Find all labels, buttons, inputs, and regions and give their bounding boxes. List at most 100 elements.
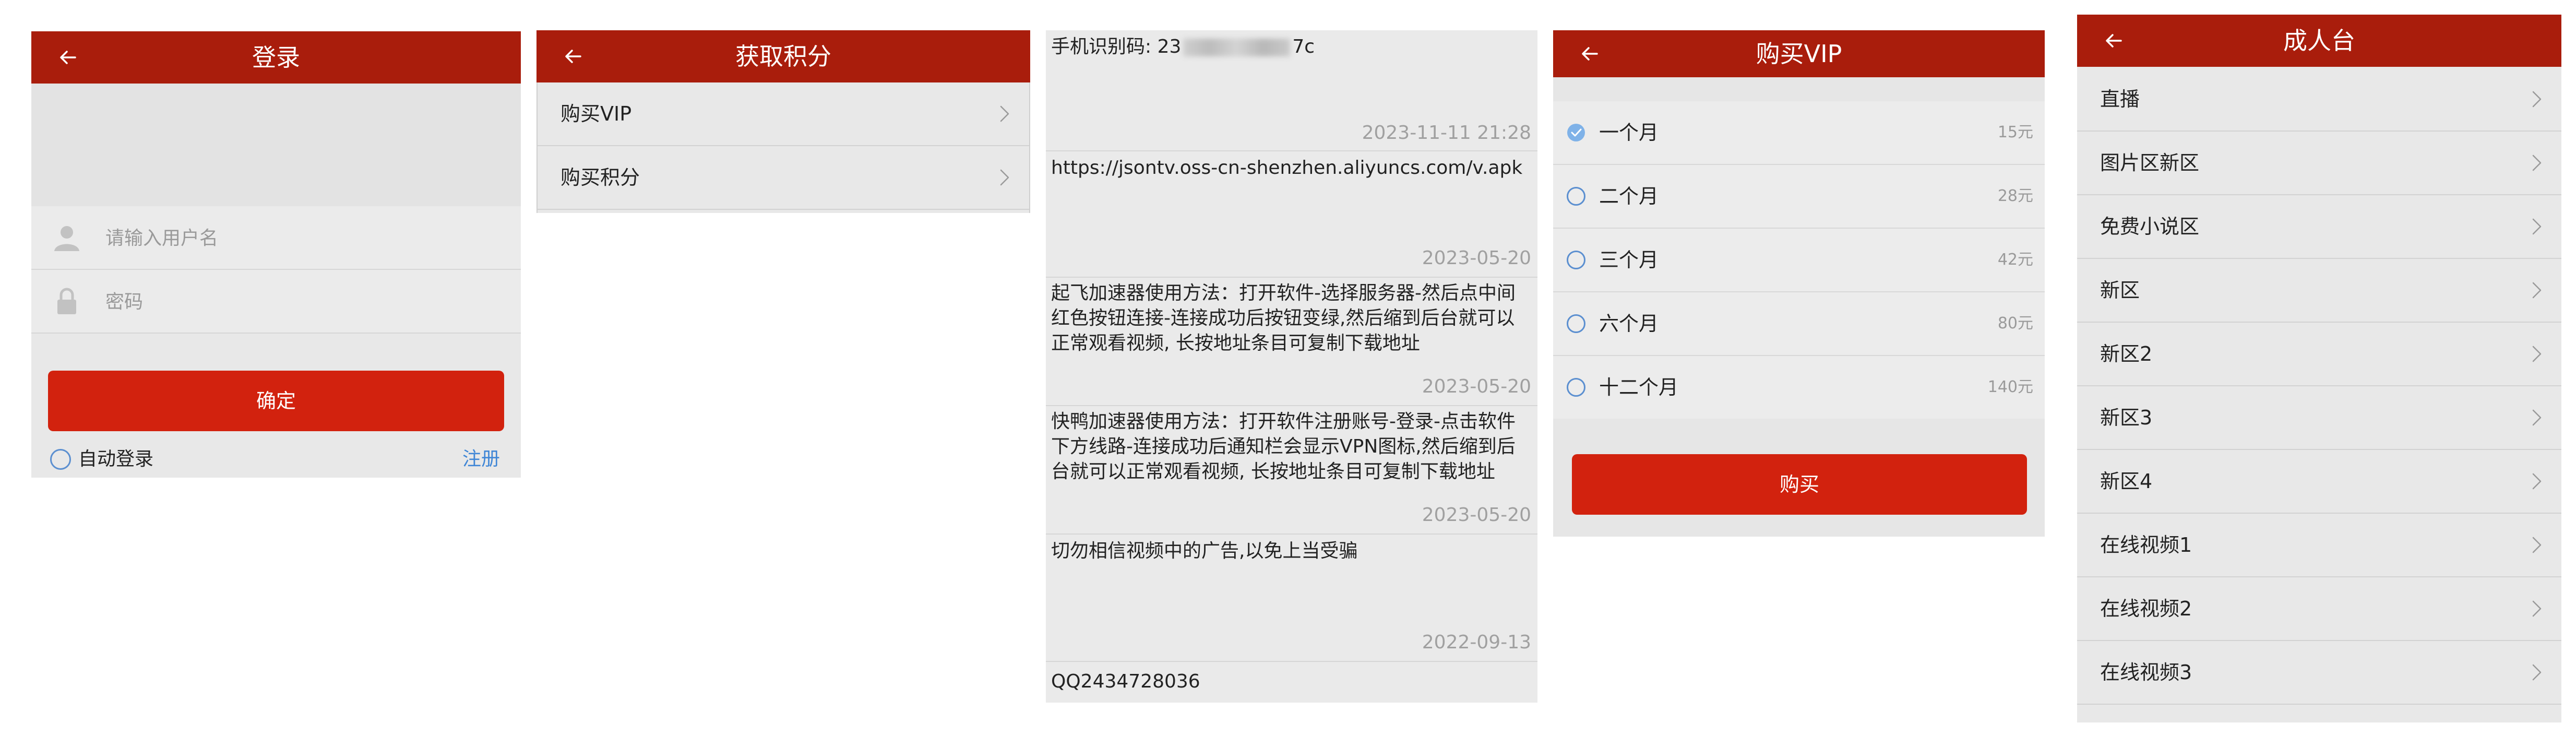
message-date: 2023-11-11 21:28 — [1362, 122, 1531, 144]
chevron-right-icon — [994, 167, 1015, 188]
row-label: 购买积分 — [560, 166, 640, 189]
channel-label: 在线视频2 — [2100, 597, 2192, 620]
option-price: 28元 — [1997, 187, 2033, 205]
device-id-suffix: 7c — [1292, 36, 1315, 57]
radio-button — [1567, 314, 1585, 333]
chevron-right-icon — [2526, 216, 2547, 237]
channel-label: 图片区新区 — [2100, 151, 2200, 174]
option-label: 六个月 — [1599, 312, 1659, 335]
login-header: 登录 — [31, 31, 521, 84]
buy-vip-row[interactable]: 购买VIP — [538, 82, 1029, 146]
adult-header: 成人台 — [2077, 15, 2561, 67]
message-item[interactable]: 起飞加速器使用方法：打开软件-选择服务器-然后点中间红色按钮连接-连接成功后按钮… — [1046, 278, 1537, 406]
message-text: QQ2434728036 — [1051, 671, 1200, 692]
points-screen: 获取积分 购买VIP 购买积分 — [536, 30, 1030, 213]
radio-button — [1567, 378, 1585, 397]
message-item[interactable]: QQ2434728036 — [1046, 662, 1537, 703]
user-icon — [54, 226, 79, 251]
auto-login-label: 自动登录 — [78, 448, 154, 470]
channel-label: 在线视频3 — [2100, 661, 2192, 684]
message-text: 起飞加速器使用方法：打开软件-选择服务器-然后点中间红色按钮连接-连接成功后按钮… — [1051, 282, 1516, 354]
password-input[interactable] — [104, 280, 472, 323]
chevron-right-icon — [994, 103, 1015, 124]
banner-area — [31, 84, 521, 206]
vip-option-3-months[interactable]: 三个月 42元 — [1553, 229, 2045, 292]
option-label: 二个月 — [1599, 185, 1659, 208]
confirm-button[interactable]: 确定 — [48, 371, 504, 431]
channel-label: 免费小说区 — [2100, 215, 2200, 238]
channel-item[interactable]: 在线视频3 — [2077, 641, 2561, 705]
page-title: 获取积分 — [735, 42, 831, 70]
option-label: 十二个月 — [1599, 376, 1679, 399]
message-item[interactable]: https://jsontv.oss-cn-shenzhen.aliyuncs.… — [1046, 151, 1537, 278]
chevron-right-icon — [2526, 280, 2547, 301]
page-title: 成人台 — [2283, 27, 2355, 55]
option-price: 140元 — [1987, 378, 2033, 396]
chevron-right-icon — [2526, 535, 2547, 555]
messages-screen: 手机识别码: 23 7c 2023-11-11 21:28 https://jso… — [1046, 30, 1537, 703]
back-arrow-icon[interactable] — [1574, 30, 1605, 77]
device-id-prefix: 手机识别码: 23 — [1051, 36, 1182, 57]
back-arrow-icon[interactable] — [557, 30, 589, 82]
points-header: 获取积分 — [536, 30, 1030, 82]
vip-option-2-months[interactable]: 二个月 28元 — [1553, 165, 2045, 229]
vip-header: 购买VIP — [1553, 30, 2045, 77]
option-price: 42元 — [1997, 251, 2033, 269]
vip-option-6-months[interactable]: 六个月 80元 — [1553, 292, 2045, 356]
username-input[interactable] — [104, 217, 472, 259]
username-field — [31, 206, 521, 270]
message-date: 2023-05-20 — [1422, 376, 1531, 397]
channel-item[interactable]: 在线视频1 — [2077, 514, 2561, 577]
channel-label: 新区 — [2100, 279, 2140, 302]
channel-item[interactable]: 新区 — [2077, 259, 2561, 323]
channel-item[interactable]: 免费小说区 — [2077, 195, 2561, 259]
channel-label: 直播 — [2100, 88, 2140, 111]
channel-item[interactable]: 新区2 — [2077, 323, 2561, 386]
register-link[interactable]: 注册 — [462, 447, 500, 472]
message-text: 快鸭加速器使用方法：打开软件注册账号-登录-点击软件下方线路-连接成功后通知栏会… — [1051, 411, 1516, 482]
vip-option-12-months[interactable]: 十二个月 140元 — [1553, 356, 2045, 419]
option-price: 80元 — [1997, 314, 2033, 333]
back-arrow-icon[interactable] — [52, 31, 84, 84]
buy-points-row[interactable]: 购买积分 — [538, 146, 1029, 210]
vip-screen: 购买VIP 一个月 15元 二个月 28元 三个月 42元 六个月 80元 十二… — [1553, 30, 2045, 537]
auto-login-radio[interactable] — [50, 449, 71, 470]
chevron-right-icon — [2526, 662, 2547, 683]
message-date: 2023-05-20 — [1422, 247, 1531, 269]
channel-item[interactable]: 图片区新区 — [2077, 132, 2561, 195]
option-price: 15元 — [1997, 123, 2033, 141]
chevron-right-icon — [2526, 89, 2547, 110]
message-text: 切勿相信视频中的广告,以免上当受骗 — [1051, 540, 1358, 562]
channel-item[interactable]: 直播 — [2077, 68, 2561, 132]
lock-icon — [57, 288, 76, 314]
channel-label: 新区2 — [2100, 342, 2153, 365]
points-list: 购买VIP 购买积分 — [536, 82, 1030, 213]
channel-label: 新区4 — [2100, 470, 2153, 493]
radio-button — [1567, 187, 1585, 206]
row-label: 购买VIP — [560, 102, 632, 125]
vip-option-1-month[interactable]: 一个月 15元 — [1553, 101, 2045, 165]
channel-label: 在线视频1 — [2100, 534, 2192, 556]
chevron-right-icon — [2526, 598, 2547, 619]
option-label: 一个月 — [1599, 121, 1659, 144]
page-title: 登录 — [252, 43, 300, 72]
chevron-right-icon — [2526, 152, 2547, 173]
login-screen: 登录 确定 自动登录 注册 — [31, 31, 521, 478]
chevron-right-icon — [2526, 471, 2547, 492]
vip-options: 一个月 15元 二个月 28元 三个月 42元 六个月 80元 十二个月 140… — [1553, 101, 2045, 419]
message-text: https://jsontv.oss-cn-shenzhen.aliyuncs.… — [1051, 157, 1523, 179]
back-arrow-icon[interactable] — [2098, 15, 2129, 67]
message-item[interactable]: 手机识别码: 23 7c 2023-11-11 21:28 — [1046, 30, 1537, 151]
channel-item[interactable]: 新区3 — [2077, 386, 2561, 450]
page-title: 购买VIP — [1756, 40, 1842, 68]
chevron-right-icon — [2526, 343, 2547, 364]
redacted-blur — [1183, 39, 1291, 56]
message-date: 2022-09-13 — [1422, 632, 1531, 653]
message-item[interactable]: 切勿相信视频中的广告,以免上当受骗 2022-09-13 — [1046, 535, 1537, 662]
password-field — [31, 270, 521, 334]
message-text: 手机识别码: 23 7c — [1051, 34, 1527, 60]
channel-item[interactable]: 新区4 — [2077, 450, 2561, 514]
channel-item[interactable]: 在线视频2 — [2077, 577, 2561, 641]
buy-button[interactable]: 购买 — [1572, 454, 2027, 515]
message-item[interactable]: 快鸭加速器使用方法：打开软件注册账号-登录-点击软件下方线路-连接成功后通知栏会… — [1046, 406, 1537, 535]
